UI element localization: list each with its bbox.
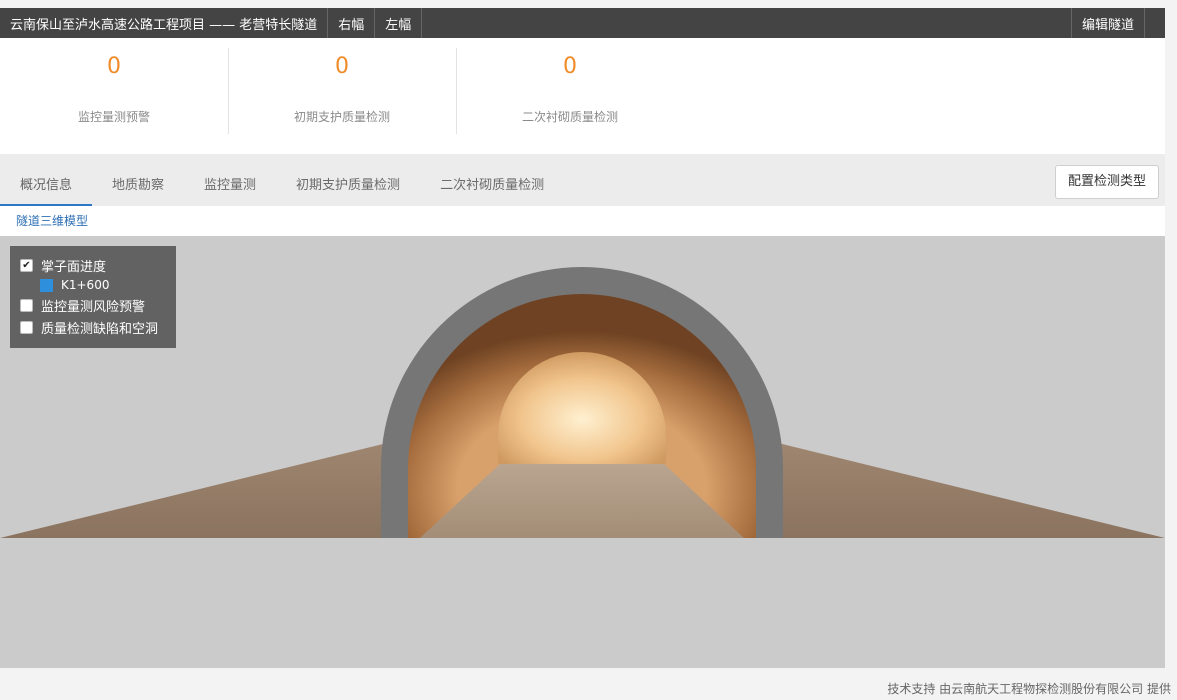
- legend-label: K1+600: [61, 278, 110, 292]
- checkbox-unchecked-icon[interactable]: [20, 298, 33, 312]
- legend-swatch: [40, 278, 53, 292]
- stat-value: 0: [335, 54, 349, 79]
- stats-panel: 0 监控量测预警 0 初期支护质量检测 0 二次衬砌质量检测: [0, 38, 1165, 154]
- stat-value: 0: [107, 54, 121, 79]
- tab-overview[interactable]: 概况信息: [0, 165, 93, 206]
- tab-secondary-lining[interactable]: 二次衬砌质量检测: [420, 165, 564, 206]
- stat-monitoring-warning[interactable]: 0 监控量测预警: [0, 38, 228, 154]
- stat-label: 二次衬砌质量检测: [521, 110, 618, 124]
- layer-panel: ✔ 掌子面进度 K1+600 监控量测风险预警 质量检测缺陷和空洞: [10, 246, 176, 348]
- segment-right-button[interactable]: 右幅: [328, 8, 376, 38]
- config-detection-type-button[interactable]: 配置检测类型: [1054, 165, 1159, 199]
- tab-monitoring[interactable]: 监控量测: [184, 165, 276, 206]
- project-title: 云南保山至泸水高速公路工程项目 —— 老营特长隧道: [0, 8, 329, 38]
- layer-face-progress[interactable]: ✔ 掌子面进度: [10, 254, 176, 276]
- layer-quality-defects[interactable]: 质量检测缺陷和空洞: [10, 316, 176, 338]
- layer-label: 监控量测风险预警: [41, 299, 146, 315]
- stat-secondary-lining[interactable]: 0 二次衬砌质量检测: [456, 38, 684, 154]
- top-bar: 云南保山至泸水高速公路工程项目 —— 老营特长隧道 右幅 左幅 编辑隧道: [0, 8, 1165, 38]
- layer-monitoring-risk[interactable]: 监控量测风险预警: [10, 294, 176, 316]
- checkbox-checked-icon[interactable]: ✔: [20, 258, 33, 272]
- stat-label: 监控量测预警: [77, 110, 150, 124]
- tab-bar: 概况信息 地质勘察 监控量测 初期支护质量检测 二次衬砌质量检测 配置检测类型: [0, 155, 1165, 206]
- edit-tunnel-button[interactable]: 编辑隧道: [1070, 8, 1145, 38]
- stat-initial-support[interactable]: 0 初期支护质量检测: [228, 38, 456, 154]
- app-root: 云南保山至泸水高速公路工程项目 —— 老营特长隧道 右幅 左幅 编辑隧道 0 监…: [0, 8, 1165, 668]
- tunnel-3d-viewport[interactable]: ✔ 掌子面进度 K1+600 监控量测风险预警 质量检测缺陷和空洞: [0, 236, 1165, 668]
- layer-label: 掌子面进度: [41, 259, 107, 275]
- checkbox-unchecked-icon[interactable]: [20, 320, 33, 334]
- stat-label: 初期支护质量检测: [293, 110, 390, 124]
- subnav-tunnel-3d-model[interactable]: 隧道三维模型: [0, 206, 1165, 236]
- legend-item: K1+600: [10, 276, 176, 294]
- tab-geology[interactable]: 地质勘察: [92, 165, 184, 206]
- footer-credit: 技术支持 由云南航天工程物探检测股份有限公司 提供: [887, 682, 1171, 696]
- stat-value: 0: [563, 54, 577, 79]
- tab-initial-support[interactable]: 初期支护质量检测: [276, 165, 420, 206]
- layer-label: 质量检测缺陷和空洞: [41, 321, 159, 337]
- segment-left-button[interactable]: 左幅: [375, 8, 423, 38]
